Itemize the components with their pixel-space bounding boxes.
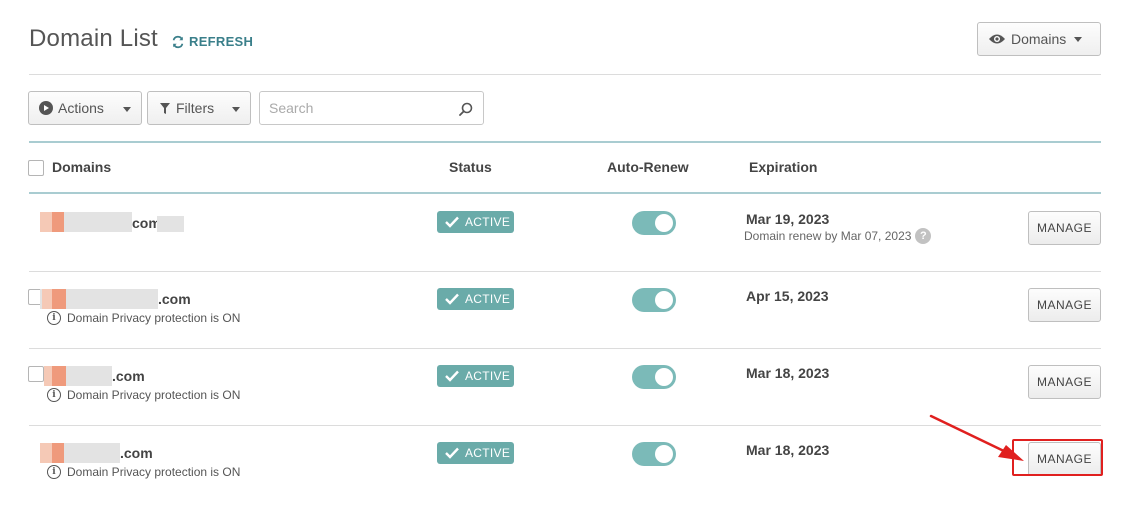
expiration-date: Mar 19, 2023 [746, 211, 830, 227]
domain-name-suffix[interactable]: .com [112, 368, 145, 384]
redacted-domain [52, 212, 64, 232]
redacted-domain [42, 289, 52, 309]
search-box [259, 91, 484, 125]
refresh-label: REFRESH [189, 34, 254, 49]
auto-renew-toggle[interactable] [632, 211, 676, 235]
search-icon[interactable] [459, 102, 473, 116]
view-domains-dropdown[interactable]: Domains [977, 22, 1101, 56]
redacted-domain [40, 212, 52, 232]
domain-name-suffix[interactable]: .com [120, 445, 153, 461]
status-badge: ACTIVE [437, 442, 514, 464]
privacy-note: i Domain Privacy protection is ON [47, 388, 240, 402]
check-icon [445, 293, 459, 305]
play-circle-icon [39, 101, 53, 115]
privacy-note-text: Domain Privacy protection is ON [67, 465, 241, 479]
redacted-domain [52, 289, 66, 309]
arrow-annotation-icon [929, 414, 1024, 461]
column-header-status: Status [449, 159, 492, 175]
info-icon: i [47, 311, 61, 325]
status-label: ACTIVE [465, 369, 511, 383]
info-icon: i [47, 465, 61, 479]
check-icon [445, 216, 459, 228]
redacted-domain [52, 443, 64, 463]
privacy-note: i Domain Privacy protection is ON [47, 311, 240, 325]
table-header-rule [29, 192, 1101, 194]
domain-name-suffix[interactable]: .com [158, 291, 191, 307]
expiration-date: Apr 15, 2023 [746, 288, 829, 304]
actions-dropdown[interactable]: Actions [28, 91, 142, 125]
info-icon: i [47, 388, 61, 402]
privacy-note-text: Domain Privacy protection is ON [67, 311, 241, 325]
manage-button[interactable]: MANAGE [1028, 211, 1101, 245]
row-checkbox[interactable] [28, 366, 44, 382]
view-domains-label: Domains [1011, 31, 1067, 47]
check-icon [445, 447, 459, 459]
row-divider [29, 271, 1101, 272]
expiration-date: Mar 18, 2023 [746, 365, 830, 381]
chevron-down-icon [1074, 36, 1083, 42]
auto-renew-toggle[interactable] [632, 365, 676, 389]
row-divider [29, 348, 1101, 349]
privacy-note: i Domain Privacy protection is ON [47, 465, 240, 479]
filters-label: Filters [176, 100, 215, 116]
column-header-domains: Domains [52, 159, 112, 175]
expiration-date: Mar 18, 2023 [746, 442, 830, 458]
status-badge: ACTIVE [437, 365, 514, 387]
status-label: ACTIVE [465, 446, 511, 460]
actions-label: Actions [58, 100, 104, 116]
filters-dropdown[interactable]: Filters [147, 91, 251, 125]
redacted-domain [52, 366, 66, 386]
chevron-down-icon [232, 107, 240, 112]
manage-button[interactable]: MANAGE [1028, 288, 1101, 322]
status-label: ACTIVE [465, 215, 511, 229]
search-input[interactable] [260, 92, 450, 124]
status-badge: ACTIVE [437, 288, 514, 310]
page-title: Domain List [29, 25, 158, 52]
funnel-icon [160, 102, 170, 114]
chevron-down-icon [123, 107, 131, 112]
column-header-expiration: Expiration [749, 159, 818, 175]
redacted-domain [40, 443, 52, 463]
privacy-note-text: Domain Privacy protection is ON [67, 388, 241, 402]
eye-icon [989, 34, 1005, 44]
refresh-icon [172, 35, 184, 48]
table-top-rule [29, 141, 1101, 143]
status-label: ACTIVE [465, 292, 511, 306]
renew-note: Domain renew by Mar 07, 2023 ? [744, 228, 932, 244]
check-icon [445, 370, 459, 382]
status-badge: ACTIVE [437, 211, 514, 233]
column-header-auto-renew: Auto-Renew [607, 159, 689, 175]
auto-renew-toggle[interactable] [632, 288, 676, 312]
redacted-domain [157, 216, 184, 232]
renew-note-text: Domain renew by Mar 07, 2023 [744, 229, 912, 243]
manage-button[interactable]: MANAGE [1028, 365, 1101, 399]
select-all-checkbox[interactable] [28, 160, 44, 176]
redacted-domain [44, 366, 52, 386]
question-icon[interactable]: ? [915, 228, 932, 244]
header-divider [29, 74, 1101, 75]
auto-renew-toggle[interactable] [632, 442, 676, 466]
refresh-button[interactable]: REFRESH [171, 34, 253, 49]
